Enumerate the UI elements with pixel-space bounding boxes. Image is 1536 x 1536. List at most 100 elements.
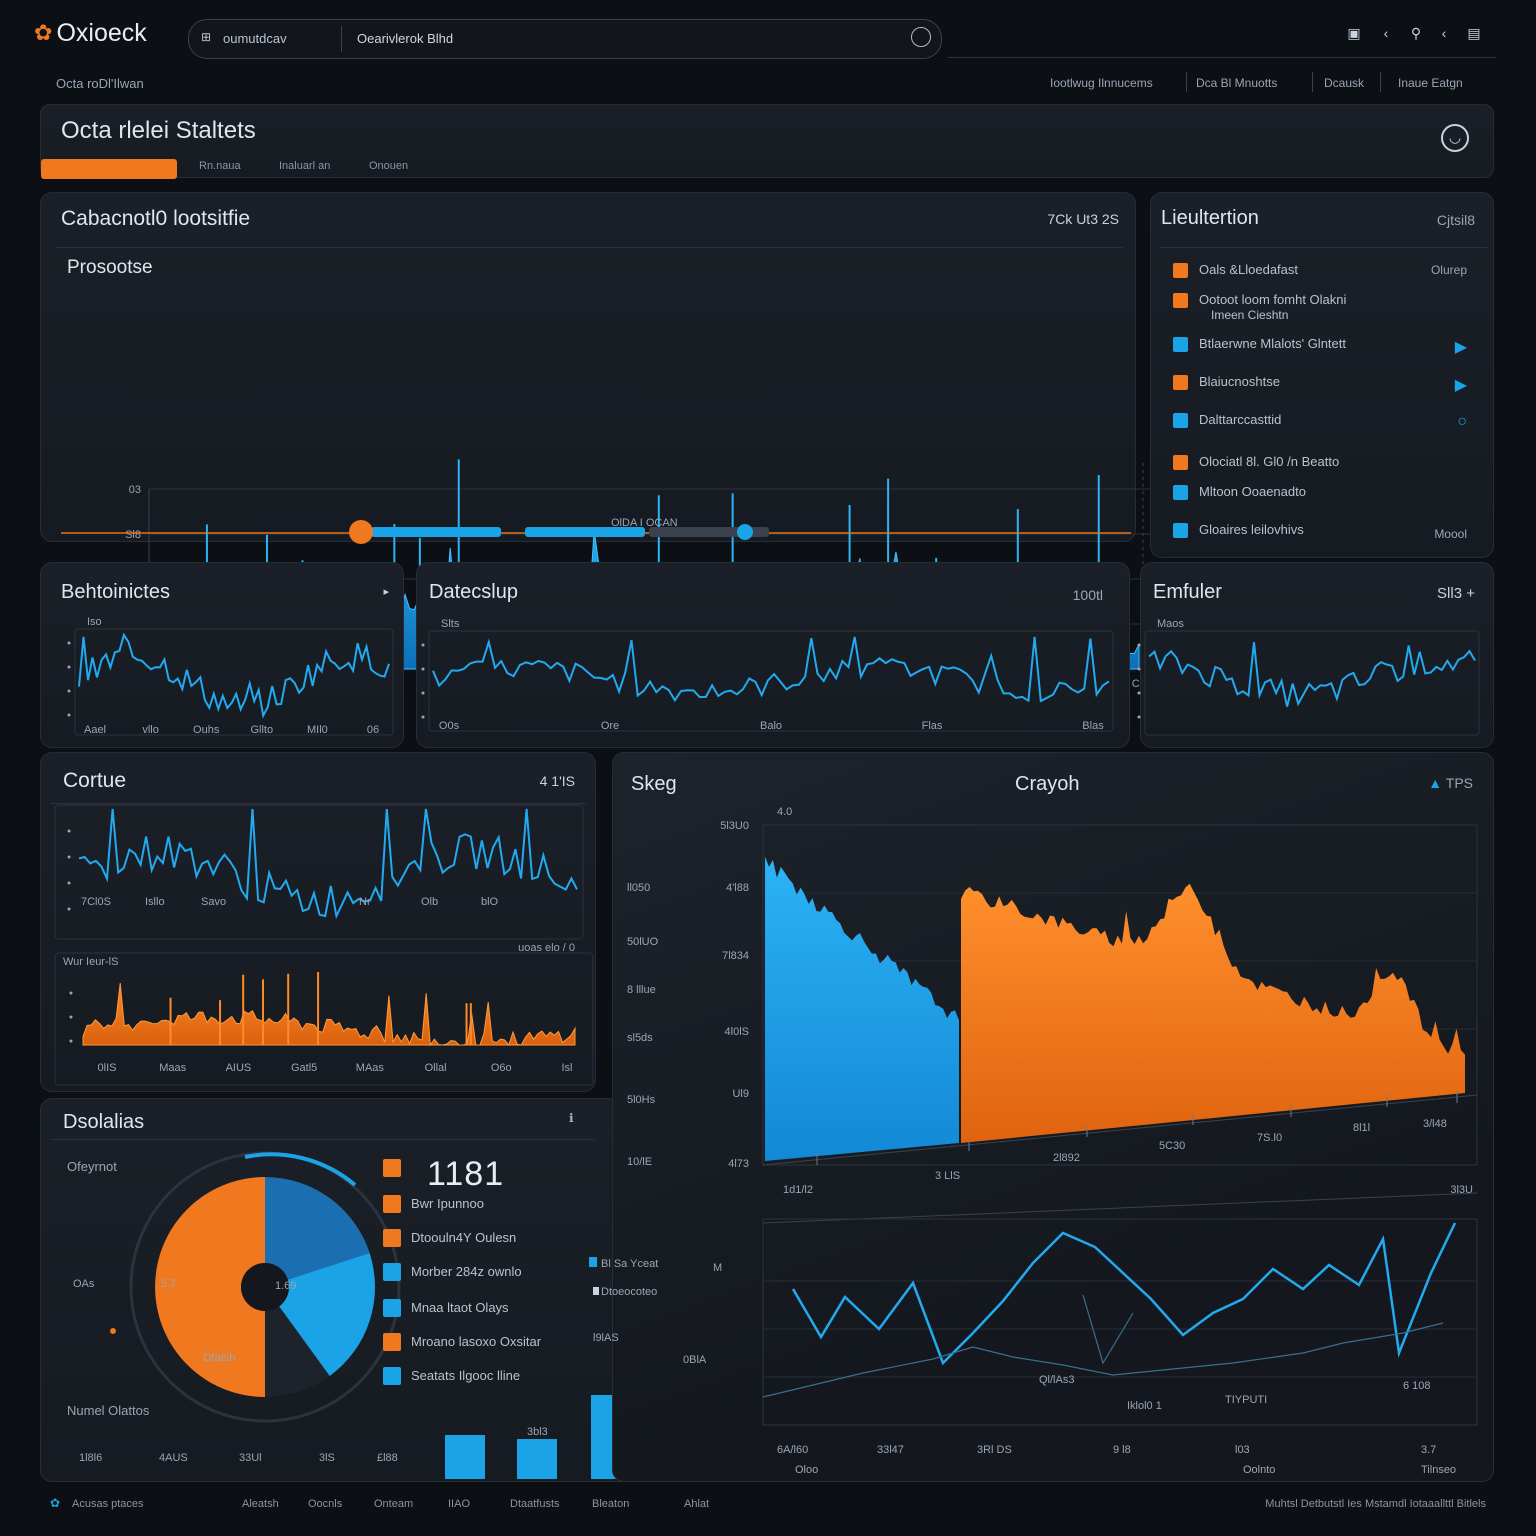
axis-label: Iso	[87, 616, 102, 628]
filter-icon[interactable]: ⊞	[201, 30, 211, 44]
tab-item[interactable]: Rn.naua	[199, 160, 241, 172]
mini-panel-1: Behtoinictes ▸ Iso Aael vllo Ouhs Gllto MIl0 0…	[40, 562, 404, 748]
legend-item-label[interactable]: Bwr Ipunnoo	[411, 1196, 484, 1211]
legend-swatch	[383, 1263, 401, 1281]
top-nav-item[interactable]: Inaue Eatgn	[1398, 76, 1463, 90]
legend-item-meta[interactable]: Moool	[1434, 527, 1467, 541]
search-divider	[341, 26, 342, 52]
bar	[517, 1439, 557, 1479]
chart-frame	[1144, 630, 1480, 736]
line-series	[1148, 642, 1476, 707]
footer-link[interactable]: Dtaatfusts	[510, 1498, 560, 1510]
back-icon[interactable]: ‹	[1376, 23, 1396, 43]
search-bar[interactable]: ⊞ oumutdcav Oearivlerok Blhd	[188, 19, 942, 59]
top-nav: Iootlwug Ilnnucems Dca Bl Mnuotts Dcausk…	[1040, 72, 1480, 92]
x-sub-label: Oolnto	[1243, 1464, 1275, 1476]
x-tick: AIUS	[226, 1062, 252, 1074]
mini2-line-chart: Slts O0s Ore Balo Flas Blas	[421, 618, 1114, 732]
play-icon[interactable]: ▶	[1455, 375, 1467, 395]
footer-link[interactable]: Bleaton	[592, 1498, 629, 1510]
x-tick: l03	[1235, 1444, 1250, 1456]
top-nav-item[interactable]: Dcausk	[1324, 76, 1364, 90]
footer-link[interactable]: Ahlat	[684, 1498, 709, 1510]
search-scope[interactable]: oumutdcav	[223, 31, 287, 46]
left-value: l9lAS	[593, 1332, 619, 1344]
legend-swatch	[593, 1287, 599, 1295]
line-series-secondary	[762, 1322, 1444, 1398]
x-tick: 2l892	[1053, 1152, 1080, 1164]
legend-item-label[interactable]: Seatats Ilgooc lline	[411, 1368, 520, 1383]
axis-label: Maos	[1157, 618, 1184, 630]
legend-item-label[interactable]: Dalttarccasttid	[1199, 412, 1281, 427]
bar-label: 3bl3	[527, 1426, 548, 1438]
footer-left[interactable]: Acusas ptaces	[72, 1498, 144, 1510]
x-tick: Gllto	[250, 724, 273, 736]
play-icon[interactable]: ▶	[1455, 337, 1467, 357]
legend-item-label[interactable]: Ootoot loom fomht Olakni	[1199, 292, 1346, 307]
legend-item-label[interactable]: Mltoon Ooaenadto	[1199, 484, 1306, 499]
mini1-line-chart: Iso Aael vllo Ouhs Gllto MIl0 06	[67, 616, 394, 736]
footer-link[interactable]: Oocnls	[308, 1498, 342, 1510]
footer-link[interactable]: Aleatsh	[242, 1498, 279, 1510]
mini-panel-2: Datecslup 100tl Slts O0s Ore Balo Flas Blas	[416, 562, 1130, 748]
footer-right[interactable]: Muhtsl Detbutstl Ies Mstamdl Iotaaallttl…	[1265, 1498, 1486, 1510]
x-tick: 7S.l0	[1257, 1132, 1282, 1144]
footer-link[interactable]: Onteam	[374, 1498, 413, 1510]
tick-dot	[67, 881, 71, 885]
x-tick: Balo	[760, 720, 782, 732]
tick-dot	[67, 829, 71, 833]
footer-value: 4AUS	[159, 1452, 188, 1464]
y-tick: Sl8	[125, 529, 141, 541]
search-icon[interactable]	[911, 27, 931, 47]
legend-item-label[interactable]: Dtoouln4Y Oulesn	[411, 1230, 516, 1245]
legend-item-label[interactable]: Mroano lasoxo Oxsitar	[411, 1334, 541, 1349]
x-tick: Ouhs	[193, 724, 220, 736]
nav-divider	[1380, 72, 1381, 92]
legend-item-label[interactable]: Olociatl 8l. Gl0 /n Beatto	[1199, 454, 1339, 469]
share-icon[interactable]: ‹	[1434, 23, 1454, 43]
legend-item-label[interactable]: Gloaires leilovhivs	[1199, 522, 1304, 537]
legend-swatch	[1173, 413, 1188, 428]
cortue-panel: Cortue 4 1'IS 7Cl0S Isllo Savo Nr Olb blO uoas…	[40, 752, 596, 1092]
x-tick: 3 LlS	[935, 1170, 960, 1182]
x-tick: O6o	[491, 1062, 512, 1074]
x-tick: Blas	[1082, 720, 1104, 732]
search-icon-top[interactable]: ⚲	[1406, 23, 1426, 43]
footer-link[interactable]: IIAO	[448, 1498, 470, 1510]
tab-item[interactable]: Onouen	[369, 160, 408, 172]
legend-item-label[interactable]: Btlaerwne Mlalots' Glntett	[1199, 336, 1346, 351]
slider-handle-left[interactable]	[349, 520, 373, 544]
search-input[interactable]: Oearivlerok Blhd	[357, 31, 453, 46]
breadcrumb[interactable]: Octa roDl'Ilwan	[56, 76, 144, 91]
slider-handle-right[interactable]	[737, 524, 753, 540]
legend-item-label[interactable]: Blaiucnoshtse	[1199, 374, 1280, 389]
legend-item-meta[interactable]: Olurep	[1431, 263, 1467, 277]
header-panel: Octa rlelei Staltets Rn.naua Inaluarl an…	[40, 104, 1494, 179]
app-logo[interactable]: ✿ Oxioeck	[34, 18, 147, 48]
footer-value: 3lS	[319, 1452, 335, 1464]
top-nav-item[interactable]: Dca Bl Mnuotts	[1196, 76, 1277, 90]
line-series	[432, 636, 1110, 703]
window-icon[interactable]: ▣	[1344, 23, 1364, 43]
legend-item-label[interactable]: Morber 284z ownlo	[411, 1264, 522, 1279]
legend-item-label[interactable]: Oals &Lloedafast	[1199, 262, 1298, 277]
ring-icon[interactable]: ○	[1457, 413, 1467, 431]
tab-active[interactable]	[41, 159, 177, 179]
top-nav-item[interactable]: Iootlwug Ilnnucems	[1050, 76, 1153, 90]
tab-item[interactable]: Inaluarl an	[279, 160, 330, 172]
legend-swatch	[1173, 293, 1188, 308]
legend-swatch	[383, 1195, 401, 1213]
x-tick: MAas	[356, 1062, 385, 1074]
page-title: Octa rlelei Staltets	[61, 117, 256, 144]
legend-swatch	[1173, 523, 1188, 538]
tick-dot	[1137, 715, 1141, 719]
legend-item-label[interactable]: Mnaa ltaot Olays	[411, 1300, 509, 1315]
orange-area-series	[82, 982, 576, 1047]
pie-label: 1.69	[275, 1280, 296, 1292]
smile-icon[interactable]: ◡	[1441, 124, 1469, 152]
x-tick: MIl0	[307, 724, 328, 736]
x-tick: 06	[367, 724, 379, 736]
legend-swatch	[383, 1229, 401, 1247]
y-tick-right: 5l3U0	[720, 820, 749, 832]
file-icon[interactable]: ▤	[1464, 23, 1484, 43]
